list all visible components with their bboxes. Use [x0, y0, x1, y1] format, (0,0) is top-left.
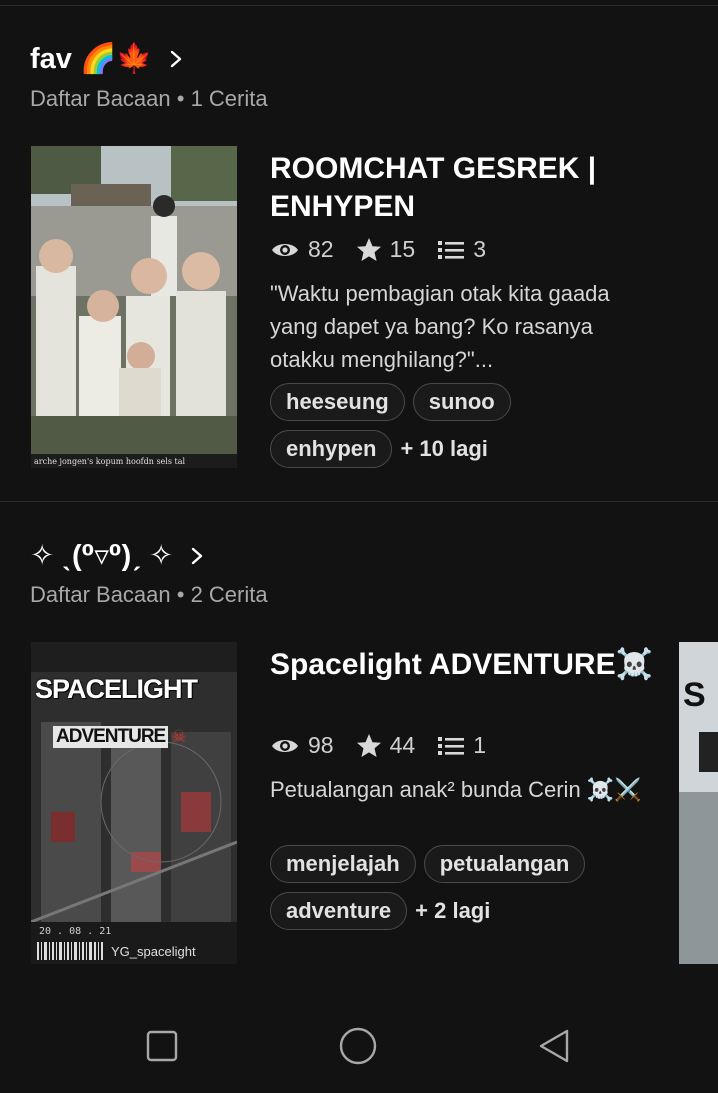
list-icon: [438, 240, 465, 259]
cover-title: SPACELIGHT: [35, 674, 198, 704]
reads-count: 98: [308, 732, 334, 758]
circle-home-icon: [339, 1027, 377, 1065]
skull-icon: ☠: [171, 727, 187, 746]
eye-icon: [272, 243, 298, 256]
chevron-right-icon: [171, 50, 182, 68]
next-cover-text: S: [683, 676, 706, 714]
chevron-right-icon: [192, 547, 203, 564]
reading-list-title-text: fav 🌈🍁: [30, 43, 153, 75]
system-navigation-bar: [0, 998, 718, 1093]
tag-chip[interactable]: enhypen: [270, 430, 393, 468]
next-story-cover[interactable]: S: [679, 642, 718, 964]
tag-chip[interactable]: sunoo: [412, 383, 511, 421]
story-stats: 98 44 1: [270, 732, 508, 759]
star-icon: [356, 237, 381, 261]
reading-list-subtitle: Daftar Bacaan • 1 Cerita: [30, 86, 268, 111]
cover-caption: arche jongen's kopum hoofdn sels tal: [34, 457, 186, 466]
section-divider: [0, 501, 718, 502]
square-recent-apps-icon: [146, 1030, 178, 1062]
story-cover[interactable]: arche jongen's kopum hoofdn sels tal: [31, 146, 237, 468]
story-tags: heeseung sunoo enhypen + 10 lagi: [270, 382, 670, 476]
story-cover[interactable]: SPACELIGHT ADVENTURE ☠ 20 . 08 . 21 YG_s…: [31, 642, 237, 964]
parts-count: 3: [473, 236, 486, 262]
eye-icon: [272, 739, 298, 752]
recent-apps-button[interactable]: [142, 1026, 182, 1066]
cover-image: [31, 146, 237, 468]
next-cover-block: [699, 732, 718, 772]
triangle-back-icon: [539, 1029, 569, 1063]
top-divider: [0, 5, 718, 6]
list-icon: [438, 736, 465, 755]
story-title[interactable]: Spacelight ADVENTURE☠️: [270, 646, 670, 684]
reading-list-title-text: ✧ ˎ(⁰▿⁰)ˏ ✧: [30, 540, 174, 572]
more-tags-label[interactable]: + 2 lagi: [415, 898, 490, 924]
reading-list-title[interactable]: ✧ ˎ(⁰▿⁰)ˏ ✧: [30, 538, 207, 573]
story-title[interactable]: ROOMCHAT GESREK | ENHYPEN: [270, 150, 670, 226]
tag-chip[interactable]: adventure: [270, 892, 408, 930]
story-tags: menjelajah petualangan adventure + 2 lag…: [270, 844, 670, 938]
reading-list-title[interactable]: fav 🌈🍁: [30, 42, 186, 76]
next-cover-image: [679, 792, 718, 964]
reads-count: 82: [308, 236, 334, 262]
parts-count: 1: [473, 732, 486, 758]
tag-chip[interactable]: heeseung: [270, 383, 405, 421]
cover-subtitle: ADVENTURE ☠: [53, 726, 186, 748]
votes-count: 44: [389, 732, 416, 758]
reading-list-subtitle: Daftar Bacaan • 2 Cerita: [30, 582, 268, 607]
more-tags-label[interactable]: + 10 lagi: [400, 436, 487, 462]
tag-chip[interactable]: menjelajah: [270, 845, 416, 883]
story-stats: 82 15 3: [270, 236, 508, 263]
cover-author: YG_spacelight: [111, 944, 196, 959]
cover-date: 20 . 08 . 21: [39, 926, 112, 937]
story-description: "Waktu pembagian otak kita gaada yang da…: [270, 281, 610, 372]
votes-count: 15: [389, 236, 416, 262]
cover-subtitle-text: ADVENTURE: [53, 726, 169, 748]
story-description: Petualangan anak² bunda Cerin ☠️⚔️: [270, 777, 642, 802]
star-icon: [356, 733, 381, 757]
tag-chip[interactable]: petualangan: [423, 845, 586, 883]
back-button[interactable]: [534, 1026, 574, 1066]
home-button[interactable]: [338, 1026, 378, 1066]
